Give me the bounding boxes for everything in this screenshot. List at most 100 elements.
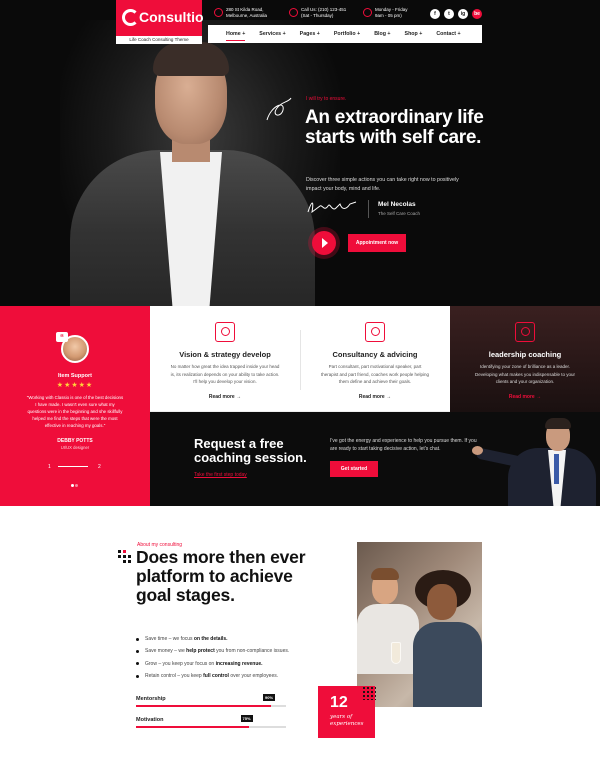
list-item-text: you from non-compliance issues. — [214, 648, 290, 655]
hero-section: Consultio Life Coach Consulting Theme 28… — [0, 0, 600, 306]
read-more-link[interactable]: Read more → — [450, 394, 600, 400]
coach-name: Mel Necolas — [378, 201, 416, 208]
topbar-address: 280 St Kilda Road, Melbourne, Australia — [214, 7, 268, 19]
list-item-text: over your employees. — [228, 673, 279, 680]
list-item: Save time – we focus on the details. — [136, 636, 336, 642]
hero-headline: An extraordinary life starts with self c… — [305, 107, 484, 148]
dots-pattern-icon — [362, 686, 376, 700]
nav-contact[interactable]: Contact + — [436, 31, 460, 37]
friends-photo — [357, 542, 482, 707]
feature-card-vision: Vision & strategy develop No matter how … — [150, 306, 300, 412]
wine-glass — [391, 642, 401, 664]
cta-text: I've got the energy and experience to he… — [330, 438, 477, 452]
list-item-text: Save time – we focus — [145, 636, 194, 642]
pointing-man-hand — [472, 446, 483, 455]
twitter-icon[interactable]: t — [444, 9, 454, 19]
experience-text: years of experiences — [330, 714, 364, 727]
nav-blog[interactable]: Blog + — [374, 31, 390, 37]
signature-divider — [368, 200, 369, 218]
feature-title: Consultancy & advicing — [332, 350, 418, 359]
behance-icon[interactable]: be — [472, 9, 482, 19]
nav-pages[interactable]: Pages + — [300, 31, 320, 37]
strategy-icon — [215, 322, 235, 342]
topbar-phone[interactable]: Call Us: (210) 123-451 (Sat - Thursday) — [289, 7, 346, 19]
read-more-link[interactable]: Read more → — [300, 394, 450, 400]
address-line-2: Melbourne, Australia — [226, 13, 268, 18]
nav-home[interactable]: Home + — [226, 31, 246, 41]
logo-icon — [122, 9, 139, 26]
hours-line-2: 9am - 05 pm) — [375, 13, 402, 18]
cta-link[interactable]: Take the first step today — [194, 472, 247, 478]
experience-number: 12 — [330, 694, 348, 711]
list-item: Grow – you keep your focus on increasing… — [136, 661, 336, 667]
list-item: Retain control – you keep full control o… — [136, 673, 336, 679]
motivation-label: Motivation — [136, 717, 164, 723]
signature — [306, 198, 358, 219]
list-item-emphasis: help protect — [186, 648, 215, 655]
hero-description: Discover three simple actions you can ta… — [306, 177, 459, 192]
testimonial-quote: "Working with Classio is one of the best… — [26, 395, 124, 428]
feature-card-leadership: leadership coaching Identifying your zon… — [450, 306, 600, 412]
nav-services[interactable]: Services + — [259, 31, 285, 37]
hero-eyebrow: I will try to ensure. — [306, 96, 347, 102]
rating-stars: ★★★★★ — [56, 382, 94, 389]
list-item: Save money – we help protect you from no… — [136, 648, 336, 654]
benefits-list: Save time – we focus on the details. Sav… — [136, 636, 336, 686]
list-item-emphasis: increasing revenue. — [215, 660, 263, 667]
photo-person-2-face — [427, 584, 457, 620]
phone-line-2: (Sat - Thursday) — [301, 13, 334, 18]
testimonial-author: DEBBY POTTS — [57, 438, 93, 444]
about-title: Does more then ever platform to achieve … — [136, 547, 306, 605]
testimonial-author-role: UI/UX designer — [60, 445, 90, 450]
location-icon — [214, 8, 223, 17]
feature-description: No matter how great the idea trapped ins… — [170, 364, 280, 384]
mentorship-progress: 90% — [136, 694, 286, 707]
nav-portfolio[interactable]: Portfolio + — [334, 31, 360, 37]
clock-icon — [363, 8, 372, 17]
motivation-value: 75% — [240, 715, 253, 722]
topbar-hours: Monday - Friday 9am - 05 pm) — [363, 7, 408, 19]
pointing-man-tie — [554, 454, 559, 484]
feature-title: Vision & strategy develop — [179, 350, 271, 359]
slider-page-start: 1 — [48, 464, 51, 470]
slider-progress — [58, 466, 88, 467]
testimonial-label: Item Support — [58, 373, 92, 379]
logo-text: Consultio — [139, 9, 204, 25]
pointing-man-hair — [545, 418, 571, 429]
facebook-icon[interactable]: f — [430, 9, 440, 19]
phone-icon — [289, 8, 298, 17]
motivation-progress-fill — [136, 726, 249, 728]
swirl-decoration-icon — [266, 97, 292, 121]
feature-description: Part consultant, part motivational speak… — [320, 364, 430, 384]
slider-dot[interactable] — [71, 484, 74, 487]
play-video-button[interactable] — [312, 231, 336, 255]
dots-decoration-icon — [118, 550, 132, 564]
slider-page-end: 2 — [98, 464, 101, 470]
logo-tagline: Life Coach Consulting Theme — [116, 36, 202, 44]
list-item-emphasis: on the details. — [193, 636, 228, 642]
cta-title: Request a free coaching session. — [194, 436, 307, 465]
nav-shop[interactable]: Shop + — [405, 31, 423, 37]
mentorship-progress-fill — [136, 705, 271, 707]
logo[interactable]: Consultio — [116, 0, 204, 36]
photo-person-1 — [357, 604, 419, 674]
photo-person-1-hair — [371, 568, 399, 580]
feature-title: leadership coaching — [488, 350, 562, 359]
signature-icon — [307, 201, 357, 214]
coach-role: The Self Care Coach — [378, 211, 421, 216]
list-item-text: Grow – you keep your focus on — [145, 660, 216, 667]
mentorship-label: Mentorship — [136, 696, 166, 702]
read-more-link[interactable]: Read more → — [150, 394, 300, 400]
motivation-progress: 75% — [136, 715, 286, 728]
instagram-icon[interactable]: ig — [458, 9, 468, 19]
photo-person-2 — [413, 622, 482, 707]
feature-card-consultancy: Consultancy & advicing Part consultant, … — [300, 306, 450, 412]
get-started-button[interactable]: Get started — [330, 461, 378, 477]
main-nav: Home + Services + Pages + Portfolio + Bl… — [208, 25, 482, 43]
feature-description: Identifying your zone of brilliance as a… — [474, 364, 576, 384]
quote-icon: “ — [56, 332, 68, 342]
slider-dots[interactable] — [71, 474, 81, 487]
appointment-button[interactable]: Appointment now — [348, 234, 406, 252]
slider-dot[interactable] — [75, 484, 78, 487]
list-item-emphasis: full control — [203, 673, 229, 680]
